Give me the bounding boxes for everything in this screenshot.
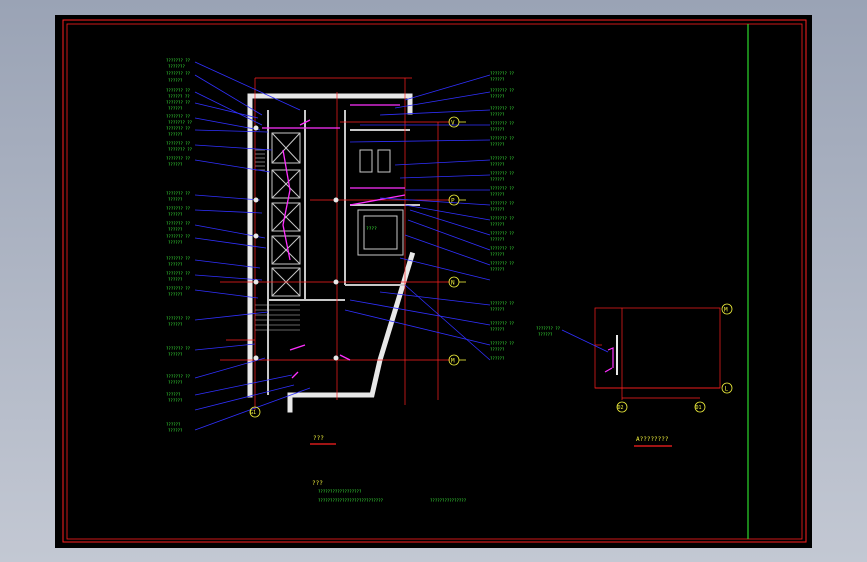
- svg-text:??????? ??: ??????? ??: [166, 88, 191, 93]
- detail-plan-title: A????????: [636, 436, 669, 443]
- svg-text:??????: ??????: [168, 380, 183, 385]
- svg-text:???????: ???????: [168, 64, 185, 69]
- svg-text:??????: ??????: [490, 162, 505, 167]
- svg-text:??????: ??????: [166, 392, 181, 397]
- notes-line-2: ???????????????????????????: [318, 498, 384, 503]
- svg-text:??????: ??????: [168, 322, 183, 327]
- svg-text:??????? ??: ??????? ??: [490, 156, 515, 161]
- svg-text:??????: ??????: [168, 352, 183, 357]
- svg-text:??????? ??: ??????? ??: [490, 171, 515, 176]
- svg-text:??????? ??: ??????? ??: [490, 71, 515, 76]
- svg-text:??????: ??????: [490, 77, 505, 82]
- svg-text:??????? ??: ??????? ??: [166, 286, 191, 291]
- svg-text:??????? ??: ??????? ??: [166, 126, 191, 131]
- svg-text:??????? ??: ??????? ??: [490, 216, 515, 221]
- svg-text:?????? ??: ?????? ??: [168, 94, 190, 99]
- grid-bubble-label-v: V: [451, 120, 455, 127]
- svg-text:??????? ??: ??????? ??: [166, 141, 191, 146]
- svg-text:??????? ??: ??????? ??: [490, 261, 515, 266]
- svg-text:??????: ??????: [168, 398, 183, 403]
- cad-drawing-viewport[interactable]: ??????? ????????? ??????? ???????? ?????…: [0, 0, 867, 562]
- svg-text:??????: ??????: [490, 327, 505, 332]
- svg-text:??????: ??????: [166, 422, 181, 427]
- svg-text:??????? ??: ??????? ??: [490, 321, 515, 326]
- svg-text:??????? ??: ??????? ??: [490, 186, 515, 191]
- svg-text:??????? ??: ??????? ??: [490, 301, 515, 306]
- svg-text:??????? ??: ??????? ??: [490, 201, 515, 206]
- svg-text:??????? ??: ??????? ??: [490, 106, 515, 111]
- svg-text:??????: ??????: [490, 142, 505, 147]
- svg-text:??????: ??????: [168, 262, 183, 267]
- svg-text:??????? ??: ??????? ??: [490, 231, 515, 236]
- svg-text:??????? ??: ??????? ??: [166, 234, 191, 239]
- svg-text:??????: ??????: [168, 78, 183, 83]
- detail-bubble-m: M: [724, 307, 728, 314]
- svg-text:??????: ??????: [168, 106, 183, 111]
- notes-line-3: ???????????????: [430, 498, 467, 503]
- svg-text:??????: ??????: [490, 356, 505, 361]
- svg-text:??????: ??????: [168, 277, 183, 282]
- svg-text:??????? ??: ??????? ??: [166, 271, 191, 276]
- detail-bubble-d1: D1: [696, 405, 702, 411]
- svg-text:??????: ??????: [490, 94, 505, 99]
- svg-text:??????: ??????: [490, 347, 505, 352]
- svg-text:??????? ??: ??????? ??: [490, 341, 515, 346]
- svg-text:??????: ??????: [168, 292, 183, 297]
- svg-text:??????? ??: ??????? ??: [168, 120, 193, 125]
- svg-text:??????? ??: ??????? ??: [166, 58, 191, 63]
- grid-bubble-label-g1: G1: [250, 410, 256, 416]
- svg-text:??????: ??????: [168, 227, 183, 232]
- svg-text:??????? ??: ??????? ??: [166, 346, 191, 351]
- svg-text:??????: ??????: [490, 252, 505, 257]
- svg-text:??????: ??????: [490, 267, 505, 272]
- svg-text:??????: ??????: [168, 240, 183, 245]
- main-plan-title: ???: [313, 435, 324, 442]
- svg-text:??????: ??????: [168, 428, 183, 433]
- grid-bubble-label-p: P: [451, 198, 455, 205]
- svg-text:??????: ??????: [490, 237, 505, 242]
- svg-text:??????: ??????: [168, 197, 183, 202]
- detail-bubble-d2: D2: [618, 405, 624, 411]
- svg-text:??????: ??????: [490, 207, 505, 212]
- svg-text:??????? ??: ??????? ??: [490, 136, 515, 141]
- svg-text:??????? ??: ??????? ??: [490, 246, 515, 251]
- svg-text:??????? ??: ??????? ??: [166, 71, 191, 76]
- svg-text:??????? ??: ??????? ??: [166, 191, 191, 196]
- svg-text:??????? ??: ??????? ??: [536, 326, 561, 331]
- notes-heading: ???: [312, 480, 323, 487]
- svg-text:??????: ??????: [490, 127, 505, 132]
- svg-text:??????: ??????: [168, 162, 183, 167]
- svg-text:??????: ??????: [168, 212, 183, 217]
- grid-bubble-label-m: M: [451, 358, 455, 365]
- detail-bubble-l: L: [725, 386, 729, 393]
- svg-text:??????? ??: ??????? ??: [490, 121, 515, 126]
- svg-text:??????: ??????: [490, 307, 505, 312]
- svg-text:??????? ??: ??????? ??: [166, 316, 191, 321]
- svg-text:??????: ??????: [490, 222, 505, 227]
- svg-text:??????: ??????: [490, 192, 505, 197]
- notes-line-1: ??????????????????: [318, 489, 362, 494]
- svg-text:??????: ??????: [490, 112, 505, 117]
- svg-text:??????? ??: ??????? ??: [166, 221, 191, 226]
- svg-text:??????? ??: ??????? ??: [166, 374, 191, 379]
- svg-text:??????? ??: ??????? ??: [166, 156, 191, 161]
- svg-text:??????? ??: ??????? ??: [490, 88, 515, 93]
- svg-text:??????? ??: ??????? ??: [166, 100, 191, 105]
- svg-text:??????? ??: ??????? ??: [168, 147, 193, 152]
- grid-bubble-label-n: N: [451, 280, 455, 287]
- svg-text:??????? ??: ??????? ??: [166, 114, 191, 119]
- svg-text:??????: ??????: [168, 132, 183, 137]
- svg-text:??????: ??????: [490, 177, 505, 182]
- svg-text:??????? ??: ??????? ??: [166, 256, 191, 261]
- room-label: ????: [366, 226, 377, 232]
- svg-text:??????: ??????: [538, 332, 553, 337]
- svg-text:??????? ??: ??????? ??: [166, 206, 191, 211]
